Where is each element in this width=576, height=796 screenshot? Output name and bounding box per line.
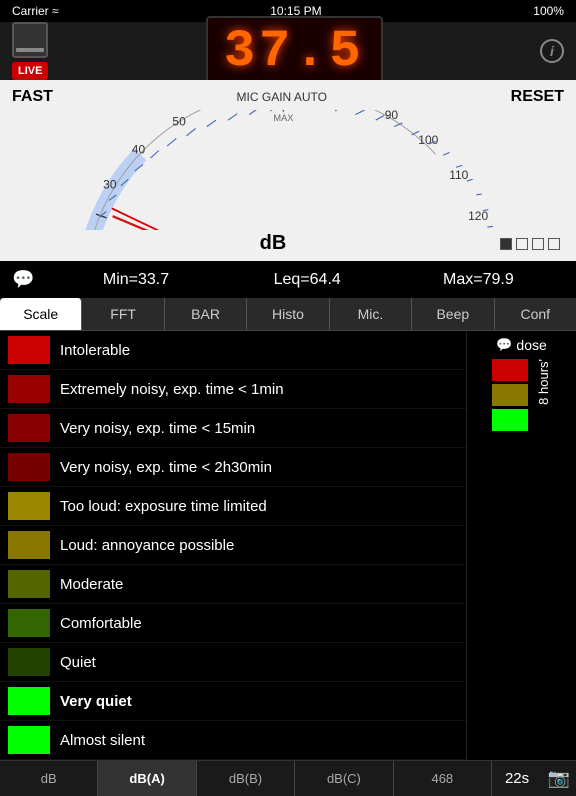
reset-button[interactable]: RESET [511, 88, 564, 106]
timer-display: 22s [492, 761, 542, 796]
min-stat: Min=33.7 [50, 271, 221, 289]
scale-row: Almost silent [0, 721, 466, 760]
tab-beep[interactable]: Beep [412, 298, 494, 330]
vu-arc-svg: 20 30 40 50 60 70 80 90 100 110 120 130 [8, 110, 568, 230]
leq-stat: Leq=64.4 [222, 271, 393, 289]
scale-row: Very noisy, exp. time < 2h30min [0, 448, 466, 487]
scale-text-7: Comfortable [60, 615, 142, 632]
right-panel: 💬 dose 8 hours' [466, 331, 576, 760]
vu-header: FAST MIC GAIN AUTO RESET [8, 88, 568, 110]
mic-dose-icon: 💬 [496, 337, 512, 353]
dose-label-row: 💬 dose [496, 337, 547, 353]
scale-row: Comfortable [0, 604, 466, 643]
tabs: ScaleFFTBARHistoMic.BeepConf [0, 298, 576, 331]
stats-bar: 💬 Min=33.7 Leq=64.4 Max=79.9 [0, 261, 576, 298]
tab-histo[interactable]: Histo [247, 298, 329, 330]
vu-meter-section: FAST MIC GAIN AUTO RESET [0, 80, 576, 261]
scale-text-3: Very noisy, exp. time < 2h30min [60, 459, 272, 476]
hours-label: 8 hours' [536, 359, 551, 405]
svg-text:MAX: MAX [273, 113, 293, 123]
fast-button[interactable]: FAST [12, 88, 53, 106]
scale-color-9 [8, 687, 50, 715]
bottom-tab-db(a)[interactable]: dB(A) [98, 761, 196, 796]
bottom-tab-db(c)[interactable]: dB(C) [295, 761, 393, 796]
top-section: LIVE 37.5 i [0, 22, 576, 80]
vu-title: MIC GAIN AUTO [53, 90, 511, 104]
scale-color-1 [8, 375, 50, 403]
main-content: Intolerable Extremely noisy, exp. time < … [0, 331, 576, 760]
scale-row: Too loud: exposure time limited [0, 487, 466, 526]
scale-color-10 [8, 726, 50, 754]
svg-text:90: 90 [385, 110, 399, 122]
dose-segment-0 [492, 359, 528, 381]
level-display: 37.5 [48, 16, 540, 87]
live-icon [12, 22, 48, 58]
scale-row: Very quiet [0, 682, 466, 721]
tab-scale[interactable]: Scale [0, 298, 82, 330]
scale-color-8 [8, 648, 50, 676]
page-dots[interactable] [500, 238, 560, 250]
scale-text-9: Very quiet [60, 693, 132, 710]
camera-icon[interactable]: 📷 [542, 761, 576, 796]
scale-list: Intolerable Extremely noisy, exp. time < … [0, 331, 466, 760]
dose-segment-1 [492, 384, 528, 406]
bottom-tab-db(b)[interactable]: dB(B) [197, 761, 295, 796]
scale-row: Quiet [0, 643, 466, 682]
page-dot-4[interactable] [548, 238, 560, 250]
bottom-bar: dBdB(A)dB(B)dB(C)46822s📷 [0, 760, 576, 796]
live-badge: LIVE [12, 62, 48, 80]
scale-color-5 [8, 531, 50, 559]
scale-color-0 [8, 336, 50, 364]
mic-icon: 💬 [12, 269, 34, 290]
scale-text-1: Extremely noisy, exp. time < 1min [60, 381, 284, 398]
scale-text-2: Very noisy, exp. time < 15min [60, 420, 255, 437]
scale-row: Very noisy, exp. time < 15min [0, 409, 466, 448]
page-dot-3[interactable] [532, 238, 544, 250]
scale-row: Extremely noisy, exp. time < 1min [0, 370, 466, 409]
scale-row: Moderate [0, 565, 466, 604]
svg-text:100: 100 [418, 133, 438, 147]
page-dot-2[interactable] [516, 238, 528, 250]
scale-text-10: Almost silent [60, 732, 145, 749]
tab-fft[interactable]: FFT [82, 298, 164, 330]
scale-color-2 [8, 414, 50, 442]
info-button[interactable]: i [540, 39, 564, 63]
bottom-tab-db[interactable]: dB [0, 761, 98, 796]
scale-row: Intolerable [0, 331, 466, 370]
tab-bar[interactable]: BAR [165, 298, 247, 330]
svg-text:40: 40 [132, 142, 146, 156]
scale-text-0: Intolerable [60, 342, 130, 359]
bottom-tab-468[interactable]: 468 [394, 761, 492, 796]
svg-text:110: 110 [449, 168, 468, 182]
db-label: dB [46, 232, 500, 255]
scale-text-8: Quiet [60, 654, 96, 671]
tab-conf[interactable]: Conf [495, 298, 576, 330]
scale-color-6 [8, 570, 50, 598]
svg-text:120: 120 [468, 209, 488, 223]
scale-text-6: Moderate [60, 576, 123, 593]
tab-mic.[interactable]: Mic. [330, 298, 412, 330]
led-value: 37.5 [206, 16, 383, 87]
page-dot-1[interactable] [500, 238, 512, 250]
scale-color-7 [8, 609, 50, 637]
scale-text-4: Too loud: exposure time limited [60, 498, 267, 515]
vu-footer: dB [8, 230, 568, 255]
dose-label: dose [516, 337, 546, 353]
svg-text:50: 50 [172, 115, 186, 129]
vu-meter: 20 30 40 50 60 70 80 90 100 110 120 130 [8, 110, 568, 230]
max-stat: Max=79.9 [393, 271, 564, 289]
scale-color-4 [8, 492, 50, 520]
scale-text-5: Loud: annoyance possible [60, 537, 234, 554]
scale-row: Loud: annoyance possible [0, 526, 466, 565]
dose-segment-2 [492, 409, 528, 431]
scale-color-3 [8, 453, 50, 481]
dose-bar [492, 359, 528, 431]
svg-text:30: 30 [103, 177, 117, 191]
